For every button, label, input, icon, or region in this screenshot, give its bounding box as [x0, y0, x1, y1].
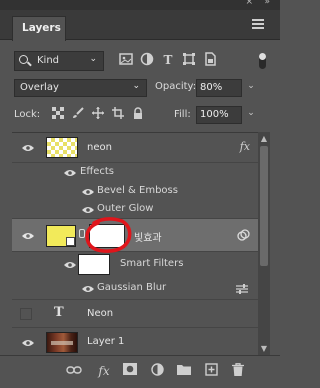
layer-name[interactable]: 빛효과: [134, 229, 162, 244]
effect-name[interactable]: Bevel & Emboss: [97, 185, 178, 196]
layer-name[interactable]: Neon: [87, 308, 113, 319]
effect-row-bevel[interactable]: Bevel & Emboss: [12, 183, 258, 202]
visibility-eye-icon[interactable]: [82, 285, 94, 293]
pixel-layer-filter-icon[interactable]: [118, 52, 134, 68]
chevron-down-icon: ⌄: [132, 81, 140, 91]
visibility-toggle-empty[interactable]: [20, 308, 32, 320]
lock-transparent-pixels-icon[interactable]: [51, 107, 65, 121]
layer-row-smart-object[interactable]: 빛효과: [12, 217, 258, 253]
smart-filter-mask-thumbnail[interactable]: [78, 254, 110, 275]
new-adjustment-layer-icon[interactable]: [149, 363, 165, 379]
fill-slider-arrow-icon[interactable]: ⌄: [244, 106, 258, 124]
close-panel-icon[interactable]: ×: [245, 0, 253, 7]
chevron-down-icon: ⌄: [89, 54, 97, 64]
fill-input[interactable]: 100%: [196, 106, 242, 124]
panel-title-bar: × »: [0, 0, 280, 10]
effect-row-outer-glow[interactable]: Outer Glow: [12, 202, 258, 219]
tab-layers[interactable]: Layers: [12, 16, 66, 41]
visibility-eye-icon[interactable]: [22, 144, 34, 152]
blend-mode-value: Overlay: [20, 82, 59, 93]
type-layer-filter-icon[interactable]: T: [160, 52, 176, 68]
layer-thumbnail: [46, 332, 78, 353]
layer-effects-fx-icon[interactable]: fx: [240, 140, 250, 153]
visibility-eye-icon[interactable]: [22, 232, 34, 240]
smart-filters-label: Smart Filters: [120, 258, 184, 269]
lock-image-pixels-brush-icon[interactable]: [71, 107, 85, 121]
smart-filter-badge-icon[interactable]: [237, 229, 250, 245]
layers-scrollbar[interactable]: ▲ ▼: [258, 132, 270, 355]
layer-row-neon[interactable]: neon fx: [12, 133, 258, 163]
type-layer-icon: T: [54, 305, 64, 320]
scrollbar-thumb[interactable]: [260, 146, 268, 266]
red-annotation-circle: [85, 217, 132, 253]
adjustment-layer-filter-icon[interactable]: [139, 52, 155, 68]
fill-label: Fill:: [174, 109, 191, 120]
filter-name[interactable]: Gaussian Blur: [97, 282, 166, 293]
smart-object-thumbnail: [46, 225, 76, 247]
lock-fill-row: Lock: Fill: 100% ⌄: [14, 106, 270, 124]
visibility-eye-icon[interactable]: [82, 188, 94, 196]
visibility-eye-icon[interactable]: [22, 339, 34, 347]
smart-filters-row[interactable]: Smart Filters: [12, 252, 258, 277]
new-layer-icon[interactable]: [203, 363, 219, 379]
scroll-up-arrow-icon[interactable]: ▲: [258, 134, 270, 143]
effects-group-row[interactable]: Effects: [12, 163, 258, 183]
lock-artboard-crop-icon[interactable]: [111, 107, 125, 121]
blend-opacity-row: Overlay ⌄ Opacity: 80% ⌄: [14, 79, 270, 97]
opacity-slider-arrow-icon[interactable]: ⌄: [244, 79, 258, 97]
layer-filter-row: Kind ⌄ T: [14, 51, 270, 71]
blend-mode-select[interactable]: Overlay ⌄: [14, 79, 147, 97]
new-group-folder-icon[interactable]: [176, 363, 192, 379]
lock-position-move-icon[interactable]: [91, 107, 105, 121]
thumbnail-detail: [51, 341, 73, 345]
panel-menu-icon[interactable]: [252, 19, 264, 29]
opacity-input[interactable]: 80%: [196, 79, 242, 97]
add-layer-mask-icon[interactable]: [122, 363, 138, 379]
lock-all-icon[interactable]: [131, 107, 145, 121]
delete-layer-trash-icon[interactable]: [230, 363, 246, 379]
visibility-eye-icon[interactable]: [82, 206, 94, 214]
collapse-panel-icon[interactable]: »: [264, 0, 270, 7]
layer-name[interactable]: neon: [87, 142, 112, 153]
filter-toggle-switch[interactable]: [259, 53, 266, 69]
effects-label: Effects: [80, 166, 114, 177]
smart-object-badge-icon: [66, 237, 75, 246]
scroll-down-arrow-icon[interactable]: ▼: [258, 344, 270, 353]
layers-list: neon fx Effects Bevel & Emboss Outer Glo…: [12, 132, 258, 355]
layer-row-text-neon[interactable]: T Neon: [12, 300, 258, 328]
link-layers-icon[interactable]: [66, 363, 82, 379]
layer-thumbnail: [46, 137, 78, 158]
filter-blending-options-icon[interactable]: [236, 284, 248, 297]
visibility-eye-icon[interactable]: [64, 261, 76, 269]
add-layer-style-fx-icon[interactable]: fx: [96, 363, 112, 379]
layer-row-layer-1[interactable]: Layer 1: [12, 328, 258, 355]
lock-label: Lock:: [14, 109, 41, 120]
layer-name[interactable]: Layer 1: [87, 336, 124, 347]
opacity-label: Opacity:: [155, 81, 197, 92]
smart-object-filter-icon[interactable]: [202, 52, 218, 68]
filter-kind-label: Kind: [37, 55, 60, 66]
visibility-eye-icon[interactable]: [64, 169, 76, 177]
effect-name[interactable]: Outer Glow: [97, 203, 153, 214]
search-icon: [19, 55, 28, 64]
shape-layer-filter-icon[interactable]: [181, 52, 197, 68]
filter-row-gaussian-blur[interactable]: Gaussian Blur: [12, 277, 258, 300]
panel-footer-toolbar: fx: [0, 355, 280, 388]
filter-kind-select[interactable]: Kind ⌄: [14, 51, 104, 71]
panel-tab-bar: Layers: [0, 10, 280, 41]
